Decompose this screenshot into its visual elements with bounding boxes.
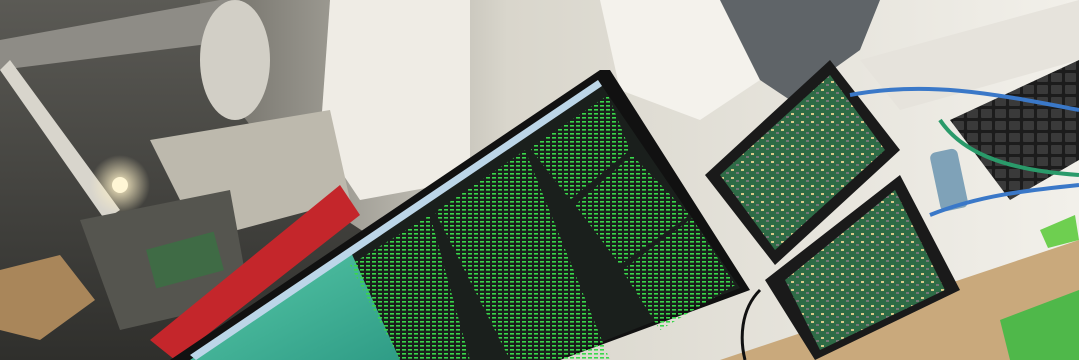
photo-scene — [0, 0, 1079, 360]
photo-illustration — [0, 0, 1079, 360]
lamp-bulb — [112, 177, 128, 193]
duct-cylinder — [200, 0, 270, 120]
